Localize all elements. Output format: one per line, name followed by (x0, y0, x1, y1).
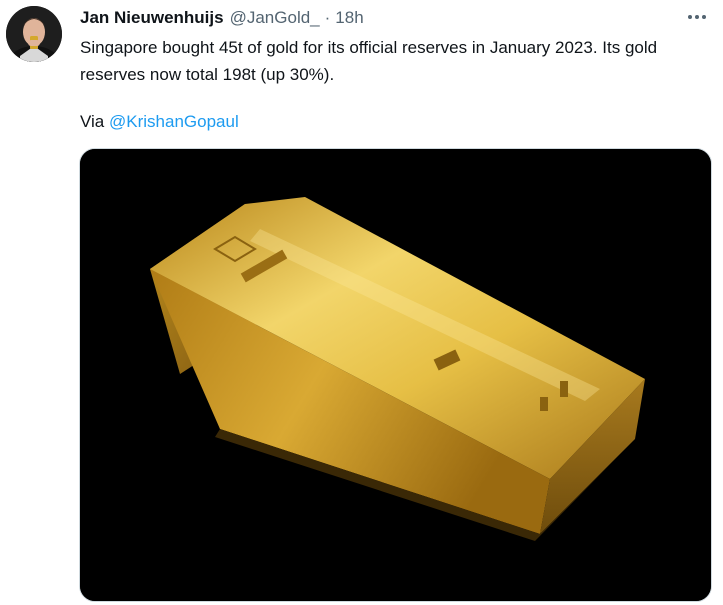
author-name[interactable]: Jan Nieuwenhuijs (80, 8, 224, 28)
gold-bar-image (80, 149, 711, 601)
avatar-image (6, 6, 62, 62)
tweet-text: Singapore bought 45t of gold for its off… (80, 34, 710, 88)
timestamp[interactable]: 18h (335, 8, 363, 28)
more-options-button[interactable] (685, 6, 709, 28)
via-prefix: Via (80, 112, 105, 131)
tweet-media-image[interactable] (79, 148, 712, 602)
via-line: Via @KrishanGopaul (80, 108, 239, 135)
mention-link[interactable]: @KrishanGopaul (109, 112, 239, 131)
tweet-card[interactable]: Jan Nieuwenhuijs @JanGold_ · 18h Singapo… (0, 0, 723, 605)
author-handle[interactable]: @JanGold_ (230, 8, 320, 28)
avatar[interactable] (6, 6, 62, 62)
tweet-body: Singapore bought 45t of gold for its off… (80, 38, 658, 84)
more-options-icon (688, 15, 706, 19)
separator-dot: · (324, 8, 331, 27)
tweet-header: Jan Nieuwenhuijs @JanGold_ · 18h (80, 6, 683, 30)
